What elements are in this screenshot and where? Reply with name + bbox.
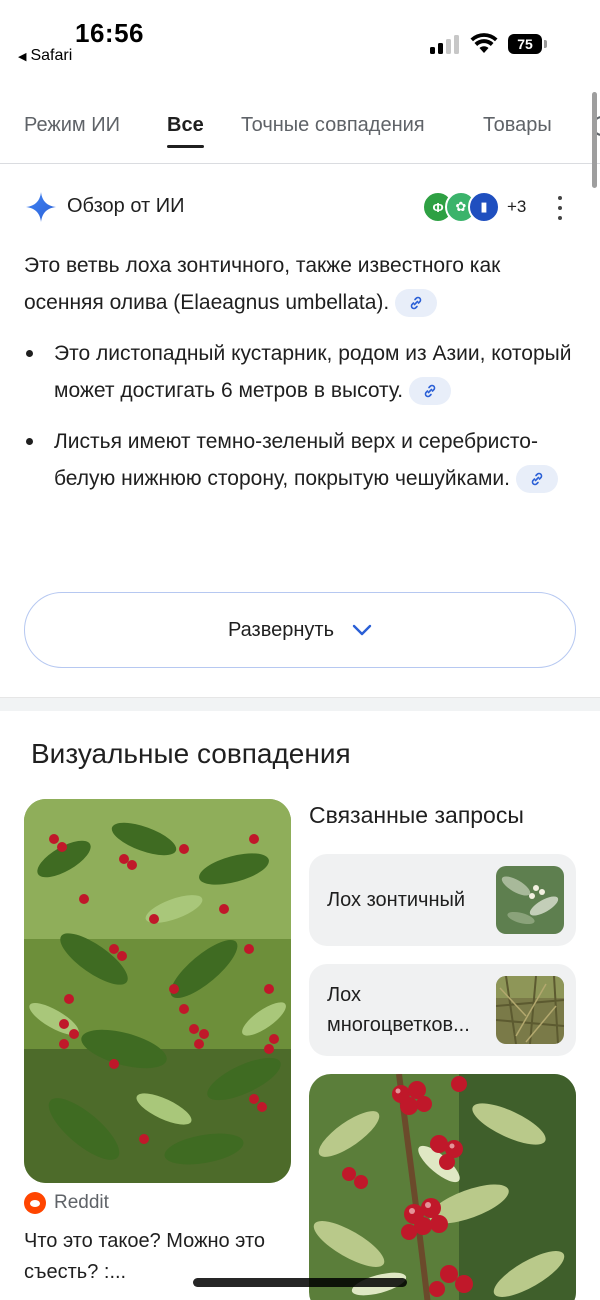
chevron-down-icon: [352, 624, 372, 636]
ai-bullets: Это листопадный кустарник, родом из Азии…: [24, 335, 572, 497]
tab-products[interactable]: Товары: [483, 114, 552, 137]
sources-more-count: +3: [507, 197, 527, 216]
citation-link-icon[interactable]: [395, 289, 438, 318]
back-arrow-icon: ◀: [18, 50, 27, 63]
match-source[interactable]: Reddit: [24, 1192, 109, 1214]
related-search-label: Лох зонтичный: [327, 889, 466, 911]
more-options-icon[interactable]: [550, 196, 570, 220]
related-search-item[interactable]: Лох многоцветков...: [309, 964, 576, 1056]
status-time: 16:56: [75, 18, 144, 48]
visual-matches-title: Визуальные совпадения: [31, 738, 351, 769]
ai-bullet-item: Это листопадный кустарник, родом из Азии…: [24, 335, 572, 409]
expand-button[interactable]: Развернуть: [24, 592, 576, 668]
ai-overview-body: Это ветвь лоха зонтичного, также известн…: [24, 247, 572, 511]
source-favicon-icon: ▮: [468, 191, 500, 223]
reddit-icon: [24, 1192, 46, 1214]
ai-sparkle-icon: [26, 192, 56, 222]
section-divider: [0, 697, 600, 711]
citation-link-icon[interactable]: [409, 377, 452, 406]
citation-link-icon[interactable]: [515, 465, 558, 494]
back-to-safari-link[interactable]: ◀ Safari: [18, 47, 72, 65]
ai-bullet-text: Это листопадный кустарник, родом из Азии…: [54, 342, 572, 402]
ai-overview-title: Обзор от ИИ: [67, 195, 185, 217]
cellular-signal-icon: [430, 34, 459, 54]
battery-indicator: 75: [508, 34, 542, 54]
ai-sources[interactable]: Ф ✿ ▮ +3: [422, 190, 526, 224]
status-bar: 16:56 ◀ Safari 75: [0, 0, 600, 80]
expand-label: Развернуть: [227, 618, 334, 641]
back-app-label: Safari: [30, 47, 73, 64]
main-match-image[interactable]: [24, 799, 291, 1183]
home-indicator[interactable]: [193, 1278, 407, 1287]
search-tabs: Режим ИИ Все Точные совпадения Товары: [0, 100, 600, 164]
ai-bullet-text: Листья имеют темно-зеленый верх и серебр…: [54, 430, 538, 490]
related-search-thumbnail: [496, 976, 564, 1044]
tab-exact-matches[interactable]: Точные совпадения: [241, 114, 425, 137]
secondary-match-image[interactable]: [309, 1074, 576, 1300]
related-search-item[interactable]: Лох зонтичный: [309, 854, 576, 946]
related-searches-title: Связанные запросы: [309, 802, 524, 828]
tab-ai-mode[interactable]: Режим ИИ: [24, 114, 120, 137]
related-search-thumbnail: [496, 866, 564, 934]
scrollbar[interactable]: [592, 92, 597, 188]
ai-bullet-item: Листья имеют темно-зеленый верх и серебр…: [24, 423, 572, 497]
ai-overview-header: Обзор от ИИ Ф ✿ ▮ +3: [24, 190, 580, 224]
related-search-label: Лох многоцветков...: [327, 984, 470, 1036]
tab-all[interactable]: Все: [167, 114, 204, 148]
battery-tip: [544, 40, 547, 48]
match-source-name: Reddit: [54, 1192, 109, 1213]
ai-intro-paragraph: Это ветвь лоха зонтичного, также известн…: [24, 247, 572, 321]
wifi-icon: [470, 33, 498, 53]
